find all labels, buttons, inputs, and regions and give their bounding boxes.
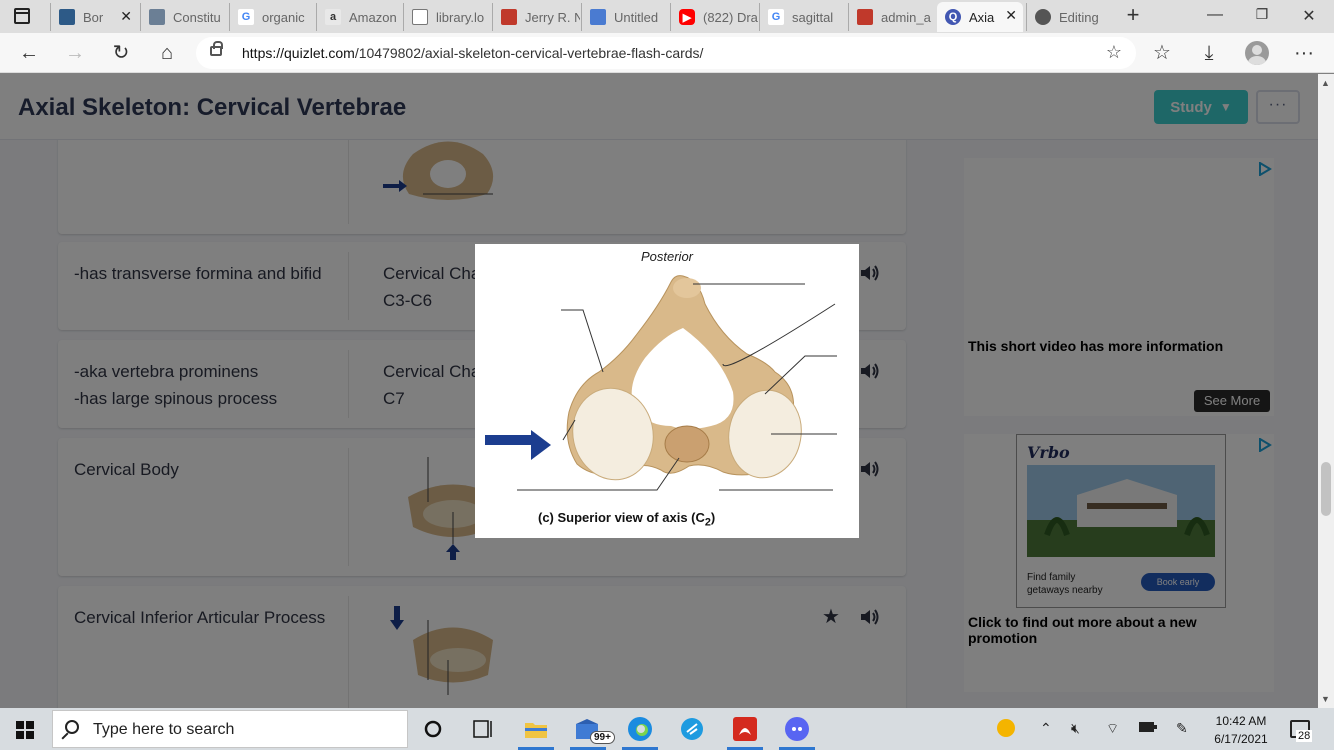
close-icon[interactable]: ✕ bbox=[1005, 7, 1017, 24]
tab-quizlet-active[interactable]: Q Axia ✕ bbox=[937, 2, 1023, 32]
url-host: https://quizlet.com bbox=[242, 45, 355, 61]
tab-organic[interactable]: G organic bbox=[229, 3, 315, 31]
url-text[interactable]: https://quizlet.com/10479802/axial-skele… bbox=[242, 45, 703, 61]
add-favorite-icon[interactable]: ☆ bbox=[1106, 42, 1122, 63]
address-bar[interactable]: https://quizlet.com/10479802/axial-skele… bbox=[196, 37, 1136, 69]
app-icon[interactable] bbox=[674, 713, 710, 745]
refresh-button[interactable]: ↻ bbox=[109, 41, 133, 65]
windows-taskbar: Type here to search 99+ ⌃ 🔇︎ ⌔ ✎ 10:42 A… bbox=[0, 708, 1334, 750]
taskbar-search[interactable]: Type here to search bbox=[52, 710, 408, 748]
discord-icon[interactable] bbox=[779, 713, 815, 750]
notification-count: 28 bbox=[1296, 730, 1313, 742]
tab-jerry[interactable]: Jerry R. N bbox=[492, 3, 580, 31]
image-modal[interactable]: Posterior (c) Superior view of axis (C2) bbox=[475, 244, 859, 538]
mail-badge: 99+ bbox=[590, 731, 615, 744]
page-icon bbox=[149, 9, 165, 25]
forward-button[interactable]: → bbox=[63, 41, 87, 65]
tab-youtube[interactable]: ▶ (822) Dra bbox=[670, 3, 758, 31]
pdf-icon bbox=[501, 9, 517, 25]
close-icon[interactable]: ✕ bbox=[120, 8, 132, 25]
tab-title: organic bbox=[262, 9, 305, 25]
downloads-icon[interactable]: ⤓ bbox=[1197, 41, 1221, 65]
file-explorer-icon[interactable] bbox=[518, 713, 554, 750]
tab-amazon[interactable]: a Amazon bbox=[316, 3, 402, 31]
page-scrollbar[interactable]: ▲ ▼ bbox=[1318, 74, 1334, 708]
tab-title: Bor bbox=[83, 9, 104, 25]
tab-title: Jerry R. N bbox=[525, 9, 580, 25]
amazon-icon: a bbox=[325, 9, 341, 25]
tab-constitu[interactable]: Constitu bbox=[140, 3, 228, 31]
modal-caption: (c) Superior view of axis (C2) bbox=[538, 510, 715, 529]
cortana-icon[interactable] bbox=[415, 713, 451, 745]
wifi-icon[interactable]: ⌔ bbox=[1106, 720, 1119, 738]
caption-close: ) bbox=[710, 510, 716, 525]
windows-start-icon[interactable] bbox=[16, 721, 34, 739]
axis-superior-view-illustration bbox=[485, 275, 837, 491]
weather-icon[interactable] bbox=[996, 718, 1016, 741]
favorites-icon[interactable]: ☆ bbox=[1150, 41, 1174, 65]
tab-editing[interactable]: Editing bbox=[1026, 3, 1114, 31]
volume-muted-icon[interactable]: 🔇︎ bbox=[1071, 720, 1080, 737]
editor-icon bbox=[1035, 9, 1051, 25]
system-clock[interactable]: 10:42 AM 6/17/2021 bbox=[1206, 712, 1276, 748]
search-placeholder: Type here to search bbox=[93, 721, 235, 738]
quizlet-icon: Q bbox=[945, 9, 961, 25]
mail-icon[interactable]: 99+ bbox=[570, 713, 615, 750]
tab-library[interactable]: library.lo bbox=[403, 3, 491, 31]
tab-title: Amazon bbox=[349, 9, 397, 25]
settings-menu-button[interactable]: ··· bbox=[1292, 41, 1316, 65]
close-window-button[interactable]: ✕ bbox=[1299, 6, 1319, 26]
acrobat-icon[interactable] bbox=[727, 713, 763, 750]
tab-bor[interactable]: Bor ✕ bbox=[50, 3, 138, 31]
lock-icon[interactable] bbox=[210, 41, 223, 56]
document-icon bbox=[59, 9, 75, 25]
tab-title: admin_a bbox=[881, 9, 931, 25]
google-icon: G bbox=[768, 9, 784, 25]
google-icon: G bbox=[238, 9, 254, 25]
tab-title: Editing bbox=[1059, 9, 1099, 25]
tab-title: Constitu bbox=[173, 9, 221, 25]
address-toolbar: ← → ↻ ⌂ https://quizlet.com/10479802/axi… bbox=[0, 33, 1334, 73]
caption-text: (c) Superior view of axis (C bbox=[538, 510, 705, 525]
tab-admin[interactable]: admin_a bbox=[848, 3, 936, 31]
tab-title: (822) Dra bbox=[703, 9, 758, 25]
scroll-thumb[interactable] bbox=[1321, 462, 1331, 516]
clock-date: 6/17/2021 bbox=[1214, 732, 1268, 746]
search-icon bbox=[65, 720, 79, 734]
back-button[interactable]: ← bbox=[17, 41, 41, 65]
pen-icon[interactable]: ✎ bbox=[1176, 720, 1188, 737]
tab-untitled[interactable]: Untitled bbox=[581, 3, 669, 31]
tab-actions-icon[interactable] bbox=[14, 8, 30, 24]
youtube-icon: ▶ bbox=[679, 9, 695, 25]
battery-icon[interactable] bbox=[1139, 720, 1157, 736]
home-button[interactable]: ⌂ bbox=[155, 41, 179, 65]
clock-time: 10:42 AM bbox=[1215, 714, 1267, 728]
minimize-button[interactable]: — bbox=[1205, 6, 1225, 24]
restore-button[interactable]: ❐ bbox=[1252, 6, 1272, 23]
task-view-icon[interactable] bbox=[466, 713, 502, 745]
file-icon bbox=[412, 9, 428, 25]
scroll-up-icon[interactable]: ▲ bbox=[1321, 78, 1330, 88]
tab-strip: Bor ✕ Constitu G organic a Amazon librar… bbox=[0, 0, 1334, 33]
chevron-up-icon[interactable]: ⌃ bbox=[1040, 720, 1052, 737]
tab-title: library.lo bbox=[436, 9, 485, 25]
pdf-icon bbox=[857, 9, 873, 25]
tab-sagittal[interactable]: G sagittal bbox=[759, 3, 847, 31]
docs-icon bbox=[590, 9, 606, 25]
new-tab-button[interactable]: + bbox=[1123, 4, 1143, 26]
tab-title: sagittal bbox=[792, 9, 834, 25]
tab-title: Untitled bbox=[614, 9, 659, 25]
url-path: /10479802/axial-skeleton-cervical-verteb… bbox=[354, 45, 704, 61]
tab-title: Axia bbox=[969, 9, 995, 25]
edge-browser-icon[interactable] bbox=[622, 713, 658, 750]
profile-avatar[interactable] bbox=[1245, 41, 1269, 65]
scroll-down-icon[interactable]: ▼ bbox=[1321, 694, 1330, 704]
